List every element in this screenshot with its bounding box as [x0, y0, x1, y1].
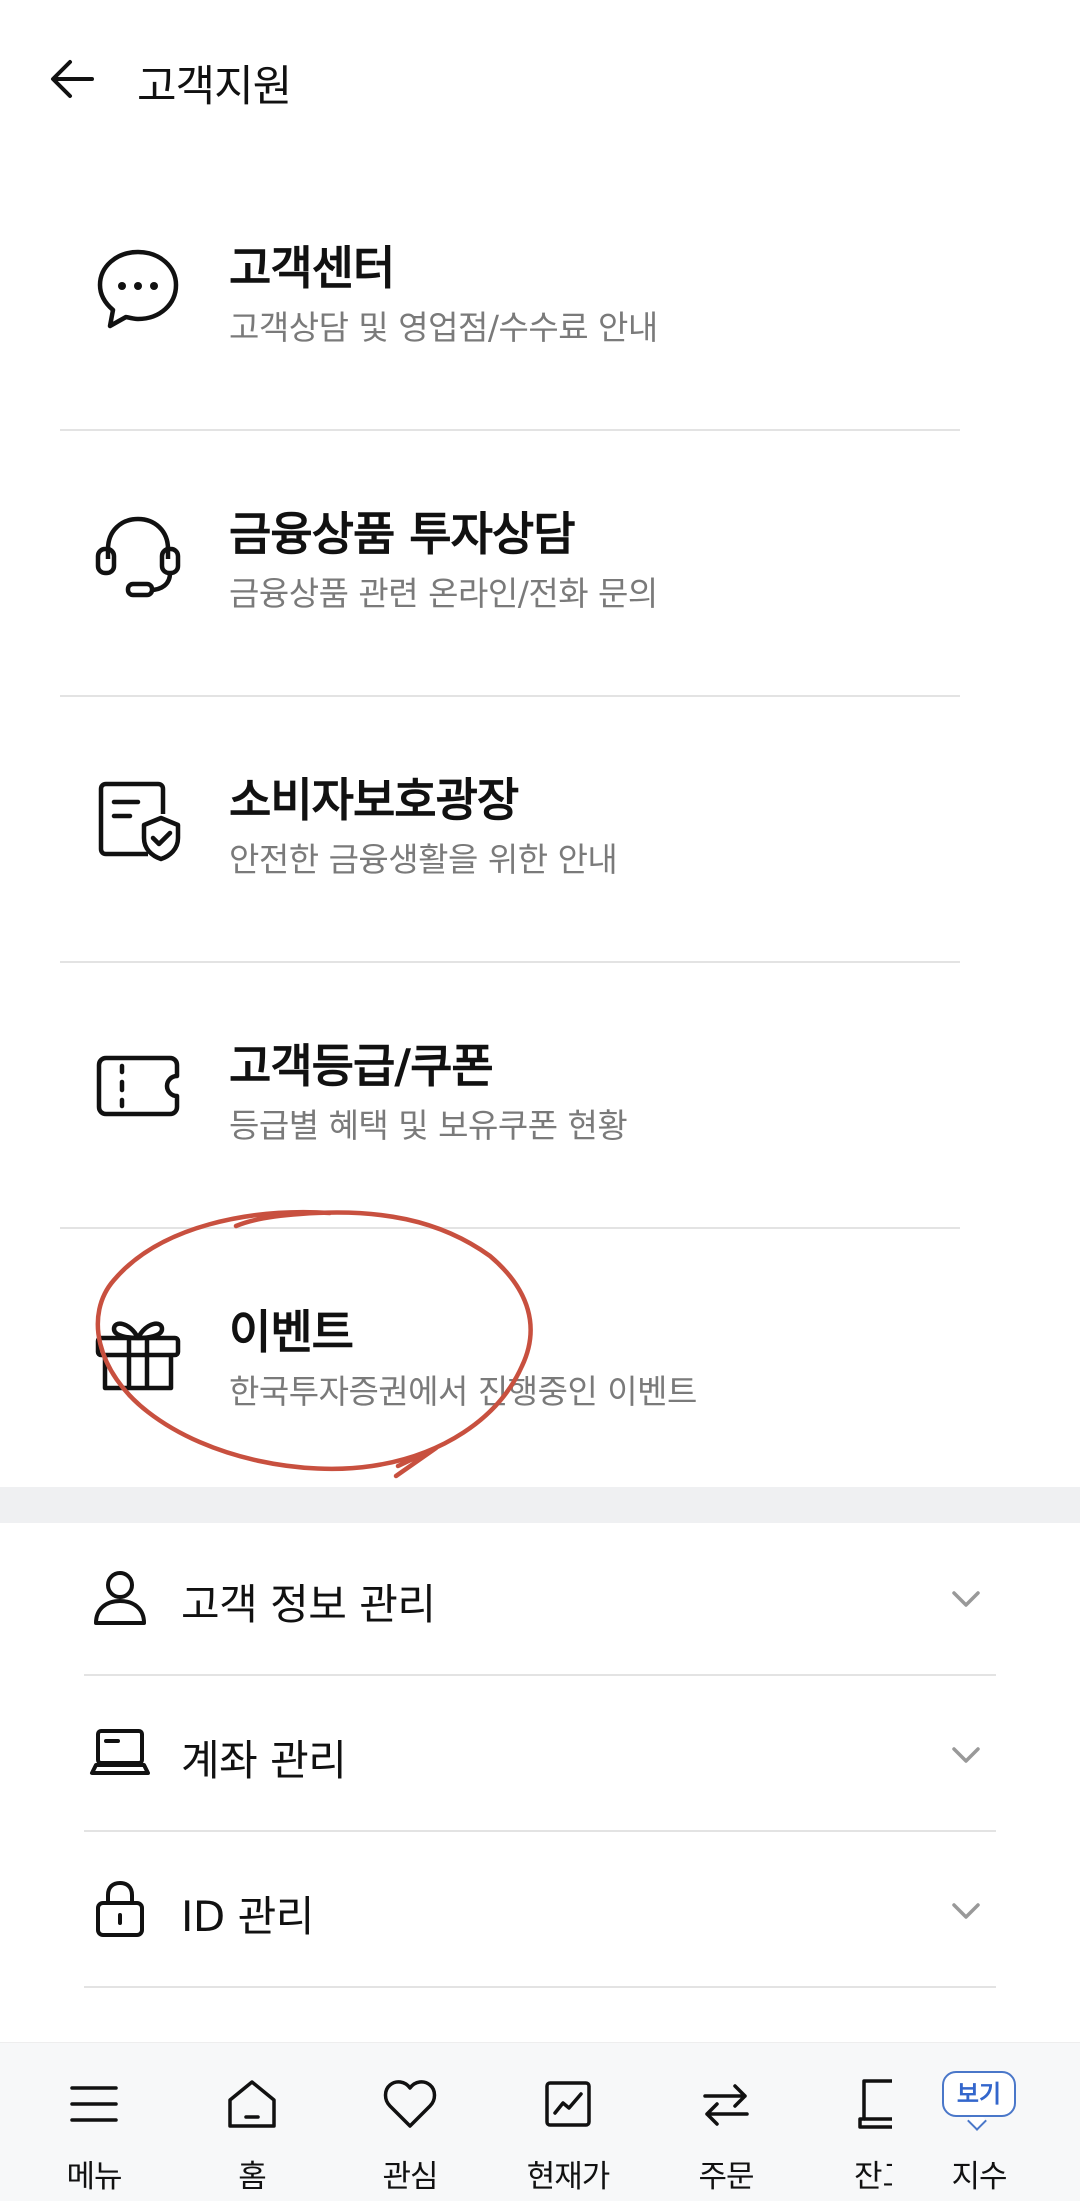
bottom-navigation-bar: 메뉴 홈 관심 현재가 주문 잔고 보기 지수 — [0, 2042, 1080, 2201]
nav-label: 잔고 — [854, 2159, 892, 2195]
top-app-bar: 고객지원 — [0, 0, 1080, 165]
swap-arrows-icon — [697, 2075, 755, 2133]
chat-bubble-icon — [88, 238, 188, 338]
section-separator — [0, 1487, 1080, 1523]
back-arrow-icon[interactable] — [40, 46, 106, 112]
nav-label: 현재가 — [526, 2159, 611, 2195]
support-item-grade-coupon[interactable]: 고객등급/쿠폰 등급별 혜택 및 보유쿠폰 현황 — [0, 963, 1080, 1229]
page-title: 고객지원 — [137, 62, 292, 112]
shield-document-icon — [88, 770, 188, 870]
chevron-down-icon[interactable] — [946, 1891, 986, 1931]
support-item-title: 소비자보호광장 — [229, 773, 519, 827]
support-item-event[interactable]: 이벤트 한국투자증권에서 진행중인 이벤트 — [0, 1229, 1080, 1495]
support-item-title: 이벤트 — [229, 1305, 354, 1359]
support-item-subtitle: 한국투자증권에서 진행중인 이벤트 — [229, 1372, 697, 1411]
support-item-customer-center[interactable]: 고객센터 고객상담 및 영업점/수수료 안내 — [0, 165, 1080, 431]
view-badge: 보기 — [942, 2071, 1016, 2117]
accordion-account-management[interactable]: 계좌 관리 — [0, 1679, 1080, 1835]
divider — [84, 1674, 996, 1676]
home-icon — [223, 2075, 281, 2133]
nav-menu[interactable]: 메뉴 — [16, 2043, 172, 2201]
chevron-down-icon[interactable] — [946, 1579, 986, 1619]
chevron-down-icon[interactable] — [946, 1735, 986, 1775]
nav-watchlist[interactable]: 관심 — [332, 2043, 488, 2201]
support-item-title: 금융상품 투자상담 — [229, 507, 576, 561]
nav-label: 지수 — [951, 2159, 1007, 2195]
nav-balance[interactable]: 잔고 — [836, 2043, 892, 2201]
person-icon — [86, 1563, 154, 1631]
nav-label: 메뉴 — [66, 2159, 122, 2195]
coupon-ticket-icon — [88, 1036, 188, 1136]
accordion-id-management[interactable]: ID 관리 — [0, 1835, 1080, 1991]
laptop-icon — [86, 1719, 154, 1787]
chart-icon — [539, 2075, 597, 2133]
support-item-investment-consult[interactable]: 금융상품 투자상담 금융상품 관련 온라인/전화 문의 — [0, 431, 1080, 697]
accordion-label: ID 관리 — [181, 1892, 314, 1941]
nav-label: 관심 — [382, 2159, 438, 2195]
support-item-subtitle: 안전한 금융생활을 위한 안내 — [229, 840, 618, 879]
support-item-subtitle: 금융상품 관련 온라인/전화 문의 — [229, 574, 658, 613]
support-item-title: 고객센터 — [229, 241, 395, 295]
accordion-label: 고객 정보 관리 — [181, 1580, 436, 1629]
heart-icon — [381, 2075, 439, 2133]
nav-home[interactable]: 홈 — [174, 2043, 330, 2201]
accordion-label: 계좌 관리 — [181, 1736, 347, 1785]
nav-current-price[interactable]: 현재가 — [490, 2043, 646, 2201]
divider — [84, 1830, 996, 1832]
nav-index[interactable]: 보기 지수 — [914, 2043, 1044, 2201]
support-item-subtitle: 고객상담 및 영업점/수수료 안내 — [229, 308, 658, 347]
support-item-subtitle: 등급별 혜택 및 보유쿠폰 현황 — [229, 1106, 628, 1145]
lock-icon — [86, 1875, 154, 1943]
gift-icon — [88, 1302, 188, 1402]
nav-order[interactable]: 주문 — [648, 2043, 804, 2201]
nav-label: 주문 — [698, 2159, 754, 2195]
hamburger-icon — [65, 2075, 123, 2133]
support-item-title: 고객등급/쿠폰 — [229, 1039, 494, 1093]
accordion-customer-info[interactable]: 고객 정보 관리 — [0, 1523, 1080, 1679]
support-item-consumer-protection[interactable]: 소비자보호광장 안전한 금융생활을 위한 안내 — [0, 697, 1080, 963]
divider — [84, 1986, 996, 1988]
headset-icon — [88, 504, 188, 604]
document-icon — [854, 2075, 892, 2133]
nav-label: 홈 — [238, 2159, 267, 2195]
